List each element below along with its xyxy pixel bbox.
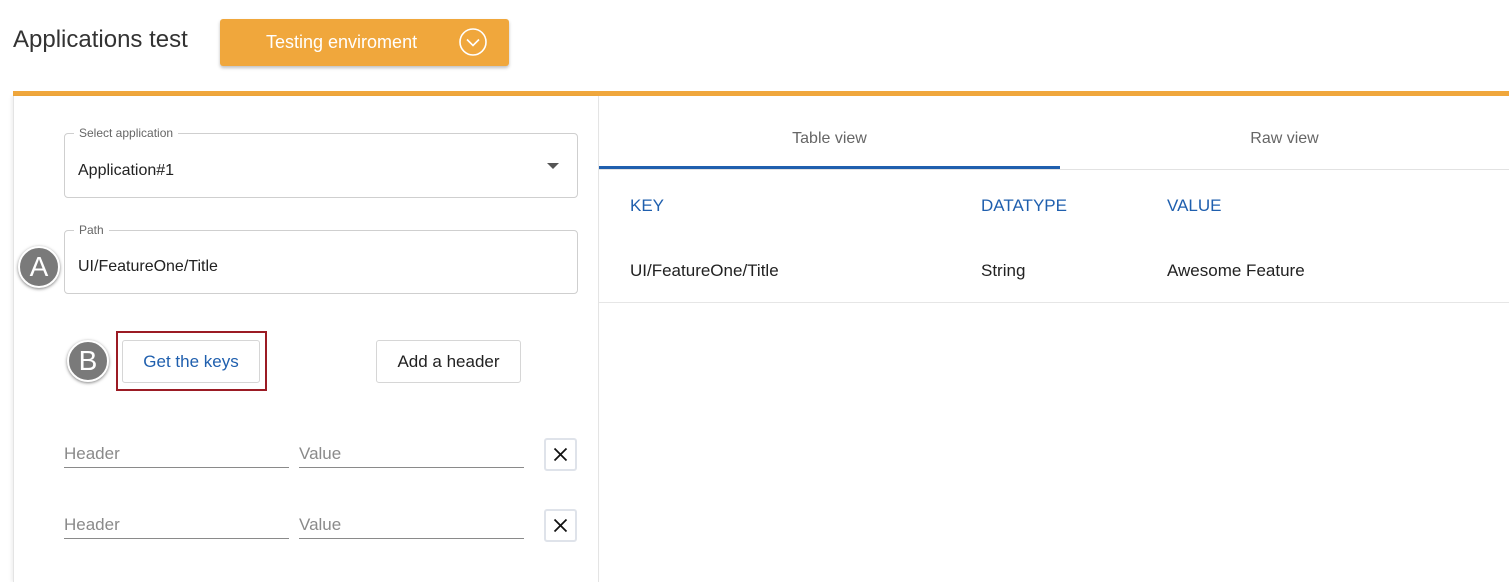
annotation-marker-b: B	[67, 340, 109, 382]
get-keys-button[interactable]: Get the keys	[122, 340, 260, 383]
close-icon	[553, 447, 568, 462]
remove-header-button[interactable]	[544, 509, 577, 542]
application-select-value: Application#1	[78, 162, 175, 179]
header-key-placeholder: Header	[64, 444, 120, 463]
table-row-divider	[599, 302, 1509, 303]
path-input-value: UI/FeatureOne/Title	[78, 258, 218, 275]
chevron-down-circle-icon	[458, 27, 488, 57]
environment-label: Testing enviroment	[266, 32, 418, 52]
add-header-button[interactable]: Add a header	[376, 340, 521, 383]
header-key-input[interactable]: Header	[64, 438, 289, 468]
remove-header-button[interactable]	[544, 438, 577, 471]
environment-selector-button[interactable]: Testing enviroment	[220, 19, 509, 66]
header-value-placeholder: Value	[299, 444, 342, 463]
header-value-input[interactable]: Value	[299, 438, 524, 468]
application-select[interactable]: Select application Application#1	[64, 126, 578, 198]
table-cell-key: UI/FeatureOne/Title	[630, 261, 779, 280]
path-input[interactable]: Path UI/FeatureOne/Title	[64, 223, 578, 294]
tab-table-view[interactable]: Table view	[599, 108, 1060, 170]
path-input-label: Path	[74, 223, 109, 237]
column-header-datatype: DATATYPE	[981, 196, 1067, 215]
tab-divider	[599, 169, 1509, 170]
column-header-value: VALUE	[1167, 196, 1222, 215]
close-icon	[553, 518, 568, 533]
header-value-placeholder: Value	[299, 515, 342, 534]
header-key-input[interactable]: Header	[64, 509, 289, 539]
application-select-label: Select application	[74, 126, 179, 140]
table-cell-value: Awesome Feature	[1167, 261, 1305, 280]
header-value-input[interactable]: Value	[299, 509, 524, 539]
header-key-placeholder: Header	[64, 515, 120, 534]
annotation-marker-a: A	[18, 246, 60, 288]
column-header-key: KEY	[630, 196, 665, 215]
table-cell-datatype: String	[981, 261, 1026, 280]
tab-raw-view[interactable]: Raw view	[1060, 108, 1509, 170]
caret-down-icon	[547, 163, 559, 169]
page-title: Applications test	[13, 26, 188, 53]
